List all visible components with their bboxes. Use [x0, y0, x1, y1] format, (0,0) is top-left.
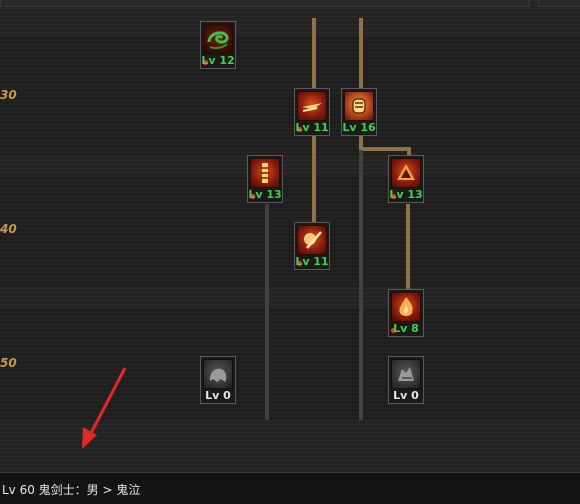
skill-slot[interactable]: Lv 11 [294, 222, 330, 270]
skill-level: Lv 13 [389, 188, 423, 201]
level-marker-30: 30 [0, 88, 17, 102]
green-swirl-icon [203, 24, 233, 54]
skill-slot[interactable]: Lv 11 [294, 88, 330, 136]
skill-level: Lv 16 [342, 121, 376, 134]
level-band-40 [0, 176, 580, 286]
skill-slot[interactable]: Lv 16 [341, 88, 377, 136]
flame-pillar-icon [250, 158, 280, 188]
connector-line [359, 147, 411, 151]
connector-line [312, 18, 316, 88]
annotation-arrow-icon [82, 367, 127, 449]
level-band-30 [0, 36, 580, 156]
skill-slot[interactable]: Lv 12 [200, 21, 236, 69]
skill-level: Lv 13 [248, 188, 282, 201]
skill-level: Lv 11 [295, 121, 329, 134]
top-panel-frame-right [538, 0, 580, 7]
skill-level: Lv 0 [205, 389, 231, 402]
connector-line [312, 136, 316, 222]
skill-slot[interactable]: Lv 13 [388, 155, 424, 203]
skull-slash-icon [297, 225, 327, 255]
dash-slash-icon [297, 91, 327, 121]
class-path-text: Lv 60 鬼剑士：男 > 鬼泣 [2, 483, 141, 497]
level-marker-40: 40 [0, 222, 17, 236]
fire-burst-icon [391, 158, 421, 188]
gray-wolf-icon [391, 359, 421, 389]
skill-level: Lv 11 [295, 255, 329, 268]
skill-slot[interactable]: Lv 13 [247, 155, 283, 203]
gray-ghost-icon [203, 359, 233, 389]
skill-level: Lv 8 [393, 322, 419, 335]
skill-slot[interactable]: Lv 0 [200, 356, 236, 404]
connector-line-inactive [359, 150, 363, 420]
class-status-bar: Lv 60 鬼剑士：男 > 鬼泣 [0, 472, 580, 504]
top-panel-frame [0, 0, 530, 7]
skill-slot[interactable]: Lv 0 [388, 356, 424, 404]
skill-level: Lv 12 [201, 54, 235, 67]
skill-level: Lv 0 [393, 389, 419, 402]
skill-slot[interactable]: Lv 8 [388, 289, 424, 337]
level-marker-50: 50 [0, 356, 17, 370]
connector-line-inactive [265, 204, 269, 420]
blaze-icon [391, 292, 421, 322]
connector-line [359, 18, 363, 88]
connector-line [406, 204, 410, 290]
orange-fist-icon [344, 91, 374, 121]
